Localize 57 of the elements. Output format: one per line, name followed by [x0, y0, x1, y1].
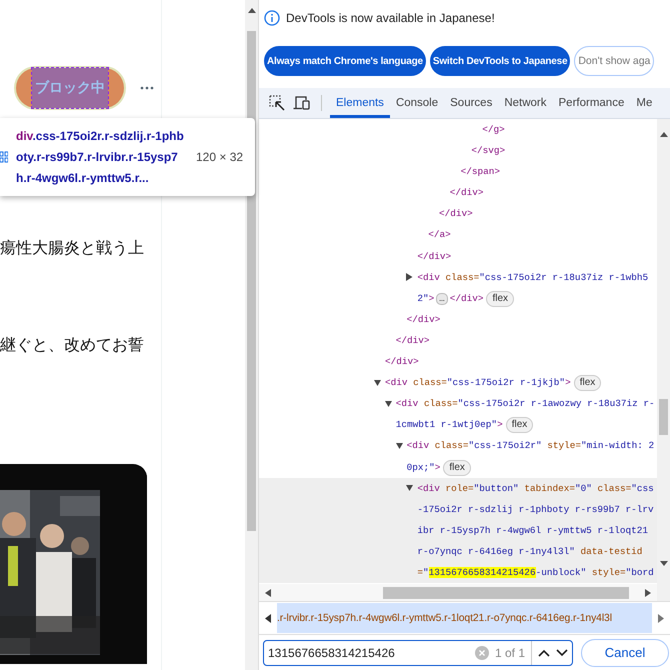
breadcrumb[interactable]: .r-lrvibr.r-15ysp7h.r-4wgw6l.r-ymttw5.r-1loqt21.r-o7ynqc.r-6416eg.r-1ny4l3l: [277, 603, 652, 633]
panel-tab[interactable]: Console: [390, 88, 444, 118]
notice-button[interactable]: Don't show aga: [574, 46, 654, 76]
code-line[interactable]: </g>: [482, 119, 657, 140]
code-line[interactable]: </a>: [428, 224, 657, 246]
match-count: 1 of 1: [494, 646, 525, 660]
previous-match-icon[interactable]: [538, 648, 550, 656]
scroll-left-icon[interactable]: [265, 614, 271, 622]
inspect-icon[interactable]: [269, 95, 285, 111]
scrollbar[interactable]: [259, 584, 657, 601]
collapse-arrow-icon[interactable]: [406, 484, 414, 492]
notice-button[interactable]: Switch DevTools to Japanese: [430, 46, 570, 76]
code-line[interactable]: <div class="css-175oi2r r-1awozwy r-18u37iz r-1cmwbt1 r-1wtj0ep"> flex: [396, 393, 657, 436]
code-line[interactable]: </div>: [396, 330, 657, 352]
code-line[interactable]: <div class="css-175oi2r r-1jkjb"> flex: [385, 372, 657, 394]
expand-arrow-icon[interactable]: [406, 273, 414, 282]
scrollbar[interactable]: [245, 0, 258, 670]
code-line[interactable]: </div>: [406, 308, 657, 330]
more-icon[interactable]: [140, 86, 154, 90]
element-selector: div.css-175oi2r.r-sdzlij.r-1phboty.r-rs99b7.r-lrvibr.r-15ysp7h.r-4wgw6l.r-ymttw5.r...: [16, 128, 185, 186]
panel-tab[interactable]: Network: [498, 88, 553, 118]
device-icon[interactable]: [293, 95, 311, 111]
element-size: 120 × 32: [196, 150, 244, 164]
collapse-arrow-icon[interactable]: [374, 378, 381, 387]
scrollbar-thumb[interactable]: [659, 399, 668, 435]
scroll-right-icon[interactable]: [658, 614, 664, 622]
scroll-right-icon[interactable]: [645, 588, 651, 596]
code-line[interactable]: </span>: [460, 161, 657, 182]
notice-message: DevTools is now available in Japanese!: [286, 11, 495, 25]
notice-button[interactable]: Always match Chrome's language: [264, 46, 426, 76]
code-line[interactable]: </svg>: [471, 140, 657, 162]
code-line[interactable]: </div>: [385, 351, 657, 372]
scroll-down-icon[interactable]: [660, 561, 668, 567]
panel-tab[interactable]: Sources: [444, 88, 498, 118]
post-text: 瘍性大腸炎と戦う上: [0, 238, 145, 259]
collapse-arrow-icon[interactable]: [396, 442, 403, 450]
next-match-icon[interactable]: [556, 648, 568, 656]
grid-icon: [0, 151, 8, 163]
scrollbar[interactable]: [657, 119, 670, 601]
code-line[interactable]: </div>: [439, 203, 657, 224]
code-line[interactable]: </div>: [417, 246, 657, 267]
code-line[interactable]: <div class="css-175oi2r" style="min-width: 20px;"> flex: [406, 435, 657, 478]
code-line[interactable]: </div>: [450, 182, 657, 204]
collapse-arrow-icon[interactable]: [384, 400, 392, 408]
cancel-button[interactable]: Cancel: [581, 638, 669, 666]
scroll-up-icon[interactable]: [248, 7, 256, 13]
scrollbar-thumb[interactable]: [383, 586, 629, 598]
panel-tab[interactable]: Elements: [330, 88, 390, 118]
panel-tab[interactable]: Performance: [552, 88, 630, 118]
scroll-left-icon[interactable]: [265, 588, 271, 596]
panel-tab[interactable]: Me: [630, 88, 658, 118]
scroll-up-icon[interactable]: [660, 131, 668, 137]
search-input[interactable]: 1315676658314215426: [266, 646, 469, 660]
info-icon: [264, 10, 280, 26]
post-text: 継ぐと、改めてお誓: [0, 335, 145, 356]
code-line[interactable]: <div class="css-175oi2r r-18u37iz r-1wbh52"> … </div> flex: [417, 266, 657, 309]
search-field[interactable]: 1315676658314215426 1 of 1: [263, 640, 573, 666]
